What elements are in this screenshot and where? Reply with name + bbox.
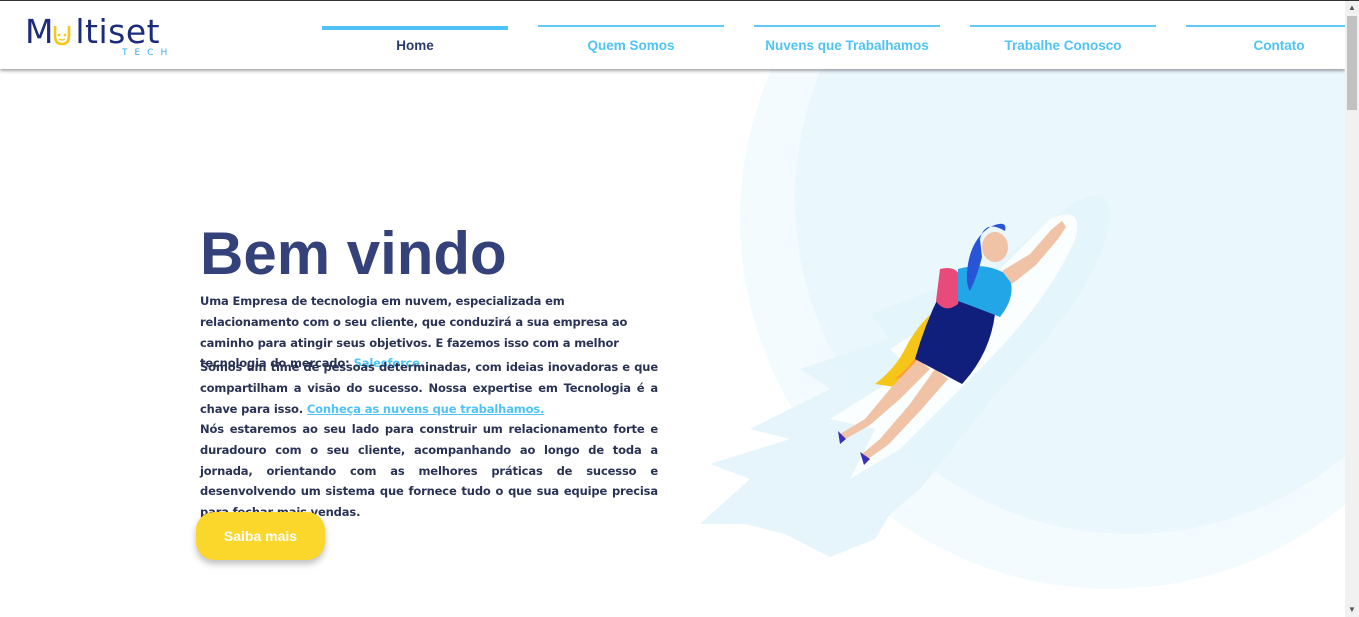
- site-header: Multiset TECH Home Quem Somos Nuvens que…: [0, 1, 1359, 69]
- nav-item-contato[interactable]: Contato: [1186, 25, 1359, 65]
- nav-label-trabalhe-conosco: Trabalhe Conosco: [1004, 38, 1122, 53]
- nav-item-quem-somos[interactable]: Quem Somos: [538, 25, 724, 65]
- nav-label-contato: Contato: [1253, 38, 1305, 53]
- nav-item-home[interactable]: Home: [322, 25, 508, 65]
- logo-face-icon: [52, 24, 72, 46]
- nav-active-indicator: [322, 26, 508, 30]
- hero-title: Bem vindo: [200, 220, 507, 287]
- hero-paragraph-journey: Nós estaremos ao seu lado para construir…: [200, 422, 658, 520]
- nav-indicator: [1186, 25, 1359, 27]
- scroll-up-arrow-icon[interactable]: ▲: [1345, 1, 1359, 15]
- saiba-mais-button[interactable]: Saiba mais: [196, 512, 325, 560]
- nav-label-quem-somos: Quem Somos: [587, 38, 675, 53]
- nav-item-nuvens[interactable]: Nuvens que Trabalhamos: [754, 25, 940, 65]
- scroll-thumb[interactable]: [1347, 16, 1357, 110]
- page-scrollbar[interactable]: ▲ ▼: [1345, 1, 1359, 617]
- logo-tagline: TECH: [122, 48, 175, 58]
- nav-item-trabalhe-conosco[interactable]: Trabalhe Conosco: [970, 25, 1156, 65]
- hero-paragraph-team: Somos um time de pessoas determinadas, c…: [200, 357, 658, 419]
- nav-indicator: [538, 25, 724, 27]
- woman-face: [982, 232, 1008, 262]
- logo-wordmark: Multiset: [25, 12, 161, 51]
- flying-woman-illustration: [700, 69, 1345, 589]
- nav-label-home: Home: [396, 38, 434, 53]
- nuvens-link[interactable]: Conheça as nuvens que trabalhamos.: [307, 402, 545, 416]
- nav-label-nuvens: Nuvens que Trabalhamos: [765, 38, 929, 53]
- scroll-down-arrow-icon[interactable]: ▼: [1345, 603, 1359, 617]
- brand-logo[interactable]: Multiset TECH: [25, 14, 185, 60]
- nav-indicator: [970, 25, 1156, 27]
- nav-indicator: [754, 25, 940, 27]
